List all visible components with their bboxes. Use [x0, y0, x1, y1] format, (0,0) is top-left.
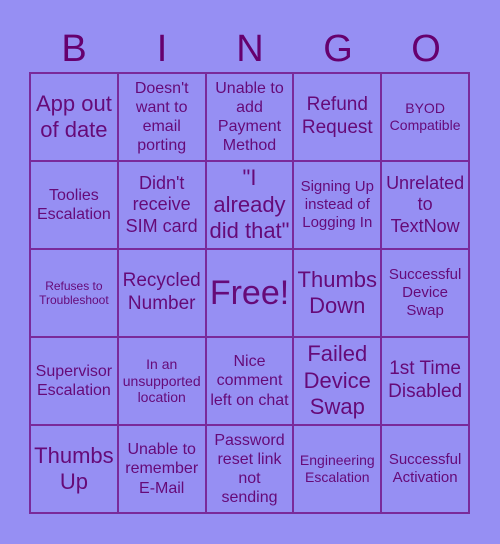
- bingo-cell[interactable]: Successful Device Swap: [381, 249, 469, 337]
- bingo-cell[interactable]: Didn't receive SIM card: [117, 161, 206, 249]
- bingo-cell[interactable]: Failed Device Swap: [293, 337, 382, 425]
- bingo-cell[interactable]: Supervisor Escalation: [30, 337, 118, 425]
- bingo-cell[interactable]: Thumbs Up: [30, 425, 118, 513]
- bingo-cell[interactable]: Recycled Number: [117, 249, 206, 337]
- bingo-cell[interactable]: Unrelated to TextNow: [381, 161, 469, 249]
- bingo-cell[interactable]: Unable to add Payment Method: [205, 73, 294, 161]
- bingo-cell[interactable]: BYOD Compatible: [381, 73, 469, 161]
- bingo-cell[interactable]: "I already did that": [205, 161, 294, 249]
- bingo-header: B I N G O: [30, 26, 470, 72]
- bingo-cell[interactable]: Successful Activation: [381, 425, 469, 513]
- bingo-cell[interactable]: Refund Request: [293, 73, 382, 161]
- header-letter-o: O: [411, 28, 441, 70]
- bingo-cell[interactable]: Doesn't want to email porting: [117, 73, 206, 161]
- bingo-cell[interactable]: Password reset link not sending: [205, 425, 294, 513]
- bingo-cell[interactable]: Unable to remember E-Mail: [117, 425, 206, 513]
- bingo-cell[interactable]: In an unsupported location: [117, 337, 206, 425]
- free-space-cell[interactable]: Free!: [205, 249, 294, 337]
- bingo-card-grid: App out of date Doesn't want to email por…: [29, 72, 470, 514]
- header-letter-g: G: [323, 28, 353, 70]
- bingo-cell[interactable]: 1st Time Disabled: [381, 337, 469, 425]
- header-letter-n: N: [236, 28, 264, 70]
- bingo-cell[interactable]: Signing Up instead of Logging In: [293, 161, 382, 249]
- header-letter-b: B: [61, 28, 87, 70]
- bingo-cell[interactable]: Engineering Escalation: [293, 425, 382, 513]
- bingo-cell[interactable]: Thumbs Down: [293, 249, 382, 337]
- bingo-cell[interactable]: Refuses to Troubleshoot: [30, 249, 118, 337]
- header-letter-i: I: [156, 28, 168, 70]
- bingo-cell[interactable]: Toolies Escalation: [30, 161, 118, 249]
- bingo-cell[interactable]: Nice comment left on chat: [205, 337, 294, 425]
- bingo-cell[interactable]: App out of date: [30, 73, 118, 161]
